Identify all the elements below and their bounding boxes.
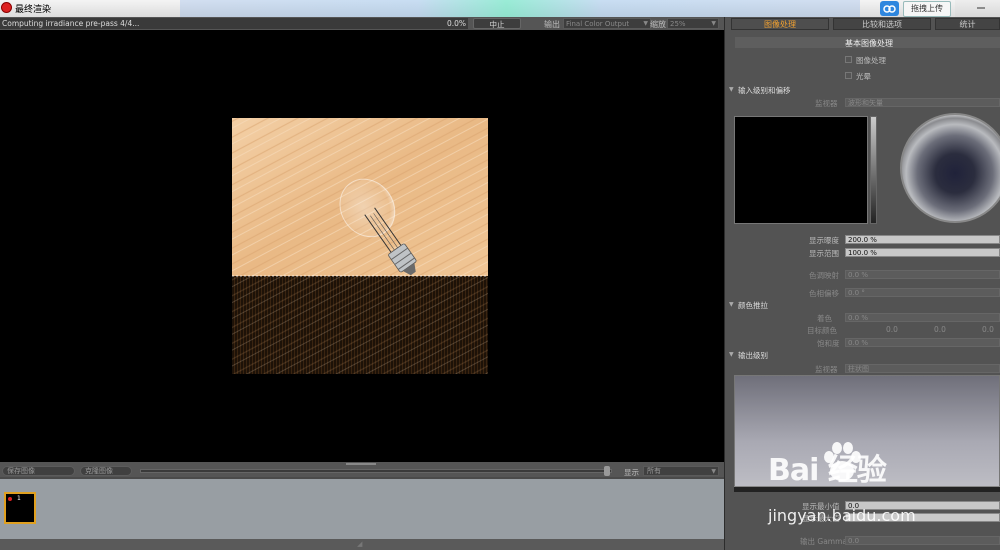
output-select[interactable]: Final Color Output ▼	[563, 18, 651, 29]
saturation-field[interactable]: 0.0 %	[845, 338, 1000, 347]
display-label: 显示	[624, 468, 639, 477]
history-slider-handle[interactable]	[604, 466, 610, 476]
history-index: 1	[17, 495, 21, 502]
zoom-select[interactable]: 25% ▼	[667, 18, 719, 29]
window-controls-icon[interactable]	[955, 0, 1000, 17]
input-levels-header[interactable]: 输入级别和偏移	[738, 85, 791, 96]
image-processing-checkbox[interactable]	[845, 56, 852, 63]
output-gamma-field[interactable]: 0.0	[845, 536, 1000, 545]
render-progress-percent: 0.0%	[446, 19, 466, 28]
bloom-checkbox-label: 光晕	[856, 72, 871, 81]
splitter-handle[interactable]	[346, 463, 376, 465]
collapse-triangle-icon[interactable]: ▼	[729, 301, 734, 308]
resize-grip-icon[interactable]: ◢	[357, 540, 362, 548]
input-monitor-label: 监视器	[815, 99, 838, 108]
vectorscope-wheel	[900, 113, 1000, 223]
target-color-g[interactable]: 0.0	[934, 325, 946, 334]
display-select-value: 所有	[647, 467, 661, 475]
render-status-text: Computing irradiance pre-pass 4/4...	[2, 19, 140, 28]
saturation-label: 饱和度	[817, 339, 840, 348]
collapse-triangle-icon[interactable]: ▼	[729, 86, 734, 93]
exposure-field[interactable]: 200.0 %	[845, 235, 1000, 244]
chevron-down-icon: ▼	[711, 468, 716, 475]
input-monitor-select[interactable]: 波形和矢量	[845, 98, 1000, 107]
color-push-header[interactable]: 颜色推拉	[738, 300, 768, 311]
hue-shift-label: 色相偏移	[809, 289, 839, 298]
image-processing-checkbox-label: 图像处理	[856, 56, 886, 65]
output-monitor-select[interactable]: 柱状图	[845, 364, 1000, 373]
tab-image-processing[interactable]: 图像处理	[731, 18, 829, 30]
clone-image-button[interactable]: 克隆图像	[80, 466, 132, 476]
save-image-button[interactable]: 保存图像	[2, 466, 75, 476]
output-levels-header[interactable]: 输出级别	[738, 350, 768, 361]
taskbar-blur	[180, 0, 860, 17]
tone-mapping-field[interactable]: 0.0 %	[845, 270, 1000, 279]
zoom-select-value: 25%	[670, 20, 686, 28]
history-slider[interactable]	[140, 469, 612, 473]
output-select-value: Final Color Output	[566, 20, 630, 28]
tab-compare-options[interactable]: 比较和选项	[833, 18, 931, 30]
output-monitor-label: 监视器	[815, 365, 838, 374]
window-title: 最终渲染	[15, 5, 52, 15]
output-label: 输出	[544, 20, 560, 29]
cloud-upload-icon[interactable]	[880, 1, 899, 16]
tab-statistics[interactable]: 统计	[935, 18, 1000, 30]
baidu-watermark-url: jingyan.baidu.com	[768, 506, 916, 525]
range-label: 显示范围	[809, 249, 839, 258]
tint-field[interactable]: 0.0 %	[845, 313, 1000, 322]
display-select[interactable]: 所有 ▼	[643, 466, 719, 476]
exposure-label: 显示曝度	[809, 236, 839, 245]
collapse-triangle-icon[interactable]: ▼	[729, 351, 734, 358]
stop-render-button[interactable]: 中止	[473, 18, 521, 29]
upload-button[interactable]: 拖拽上传	[903, 1, 951, 17]
output-gamma-label: 输出 Gamma	[800, 537, 847, 546]
target-color-r[interactable]: 0.0	[886, 325, 898, 334]
tint-label: 着色	[817, 314, 832, 323]
render-image	[232, 118, 488, 374]
history-marker-icon	[8, 497, 12, 501]
tone-mapping-label: 色调映射	[809, 271, 839, 280]
hue-shift-field[interactable]: 0.0 °	[845, 288, 1000, 297]
zoom-label: 缩放	[650, 20, 666, 29]
history-strip	[0, 479, 724, 539]
waveform-monitor	[734, 116, 868, 224]
luminance-gradient	[870, 116, 877, 224]
target-color-label: 目标颜色	[807, 326, 837, 335]
chevron-down-icon: ▼	[643, 20, 648, 27]
basic-processing-label: 基本图像处理	[845, 39, 893, 48]
paw-logo-icon	[820, 441, 864, 483]
bloom-checkbox[interactable]	[845, 72, 852, 79]
app-logo-icon	[1, 2, 12, 13]
range-field[interactable]: 100.0 %	[845, 248, 1000, 257]
chevron-down-icon: ▼	[711, 20, 716, 27]
target-color-b[interactable]: 0.0	[982, 325, 994, 334]
